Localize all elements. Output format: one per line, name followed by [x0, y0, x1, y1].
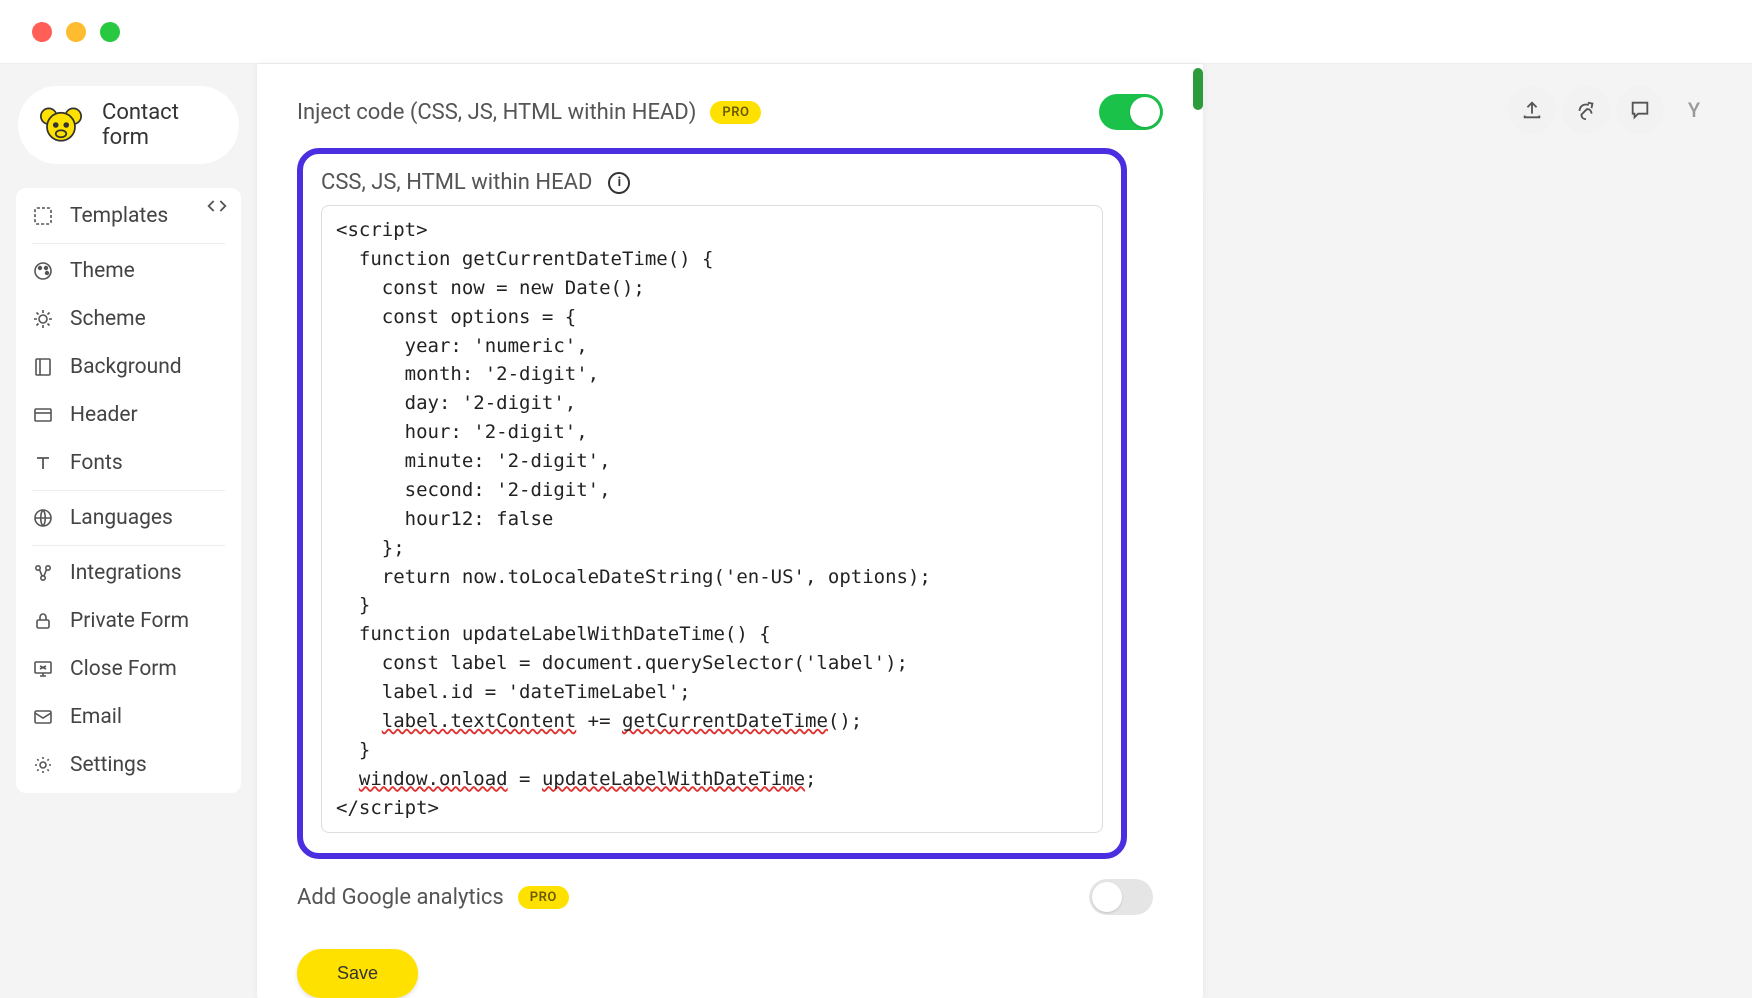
sidebar-item-label: Fonts	[70, 451, 123, 475]
save-button[interactable]: Save	[297, 949, 418, 998]
sidebar-item-label: Private Form	[70, 609, 189, 633]
info-icon[interactable]: i	[608, 172, 630, 194]
fonts-icon	[32, 453, 54, 473]
sidebar-item-fonts[interactable]: Fonts	[16, 439, 241, 487]
sidebar-item-close-form[interactable]: Close Form	[16, 645, 241, 693]
integrations-icon	[32, 563, 54, 583]
minimize-window-button[interactable]	[66, 22, 86, 42]
gear-icon	[32, 755, 54, 775]
monkey-logo-icon	[40, 104, 82, 146]
sidebar-item-email[interactable]: Email	[16, 693, 241, 741]
sidebar-item-settings[interactable]: Settings	[16, 741, 241, 789]
sidebar-item-background[interactable]: Background	[16, 343, 241, 391]
sidebar-item-integrations[interactable]: Integrations	[16, 549, 241, 597]
palette-icon	[32, 261, 54, 281]
form-title-bar[interactable]: Contact form	[18, 86, 239, 164]
analytics-title: Add Google analytics	[297, 885, 504, 910]
inject-code-title: Inject code (CSS, JS, HTML within HEAD)	[297, 100, 696, 125]
inject-code-row: Inject code (CSS, JS, HTML within HEAD) …	[297, 94, 1163, 130]
comment-button[interactable]	[1616, 86, 1664, 134]
sidebar-item-label: Languages	[70, 506, 173, 530]
analytics-row: Add Google analytics PRO	[297, 879, 1153, 915]
window-controls	[32, 22, 120, 42]
sidebar-item-scheme[interactable]: Scheme	[16, 295, 241, 343]
inject-code-toggle[interactable]	[1099, 94, 1163, 130]
sidebar-item-private-form[interactable]: Private Form	[16, 597, 241, 645]
lock-icon	[32, 611, 54, 631]
mail-icon	[32, 707, 54, 727]
sidebar-item-label: Settings	[70, 753, 147, 777]
sidebar-item-label: Templates	[70, 204, 168, 228]
sidebar-item-label: Background	[70, 355, 182, 379]
sidebar-group: Templates Theme Scheme Background	[16, 188, 241, 793]
sidebar-item-label: Email	[70, 705, 122, 729]
code-field-highlight: CSS, JS, HTML within HEAD i <script> fun…	[297, 148, 1127, 859]
analytics-toggle[interactable]	[1089, 879, 1153, 915]
header-icon	[32, 405, 54, 425]
window-titlebar	[0, 0, 1752, 64]
templates-icon	[32, 206, 54, 226]
sidebar-item-label: Scheme	[70, 307, 146, 331]
sidebar-item-label: Header	[70, 403, 138, 427]
avatar[interactable]: Y	[1670, 86, 1718, 134]
sidebar-item-header[interactable]: Header	[16, 391, 241, 439]
background-icon	[32, 357, 54, 377]
globe-icon	[32, 508, 54, 528]
sidebar: Contact form Templates Theme	[0, 64, 257, 998]
pro-badge: PRO	[518, 886, 569, 909]
sidebar-item-label: Theme	[70, 259, 135, 283]
sun-icon	[32, 309, 54, 329]
close-window-button[interactable]	[32, 22, 52, 42]
sidebar-item-languages[interactable]: Languages	[16, 494, 241, 542]
settings-panel: Inject code (CSS, JS, HTML within HEAD) …	[257, 64, 1203, 998]
top-right-toolbar: Y	[1508, 86, 1718, 134]
sidebar-item-label: Close Form	[70, 657, 177, 681]
sidebar-item-theme[interactable]: Theme	[16, 247, 241, 295]
export-button[interactable]	[1508, 86, 1556, 134]
sidebar-item-label: Integrations	[70, 561, 182, 585]
code-icon[interactable]	[207, 198, 227, 217]
panel-scrollbar[interactable]	[1193, 68, 1203, 998]
maximize-window-button[interactable]	[100, 22, 120, 42]
code-textarea[interactable]: <script> function getCurrentDateTime() {…	[321, 205, 1103, 833]
main-area: Inject code (CSS, JS, HTML within HEAD) …	[257, 64, 1752, 998]
pro-badge: PRO	[710, 101, 761, 124]
publish-button[interactable]	[1562, 86, 1610, 134]
form-title: Contact form	[102, 100, 217, 150]
monitor-x-icon	[32, 659, 54, 679]
code-field-label: CSS, JS, HTML within HEAD	[321, 170, 592, 195]
